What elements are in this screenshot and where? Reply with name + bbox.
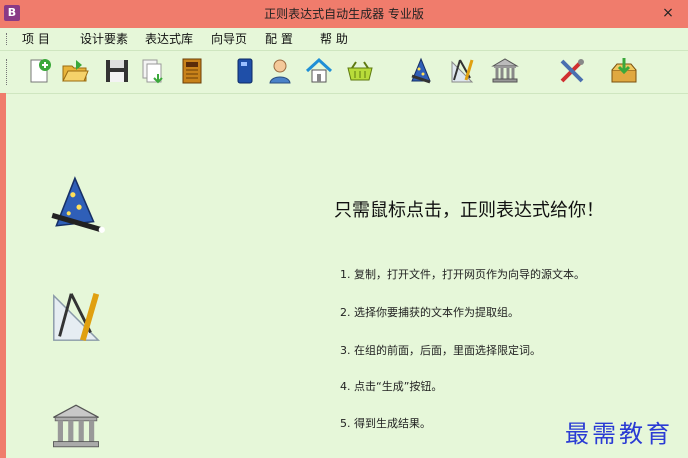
tools-button[interactable] — [557, 56, 587, 86]
toolbar-grip[interactable] — [6, 59, 10, 85]
save-icon — [106, 60, 128, 82]
menu-wizard-page[interactable]: 向导页 — [211, 28, 247, 50]
library-button[interactable] — [490, 56, 520, 86]
menu-expression-library[interactable]: 表达式库 — [145, 28, 193, 50]
new-file-button[interactable] — [24, 56, 54, 86]
close-book-icon — [182, 58, 202, 84]
compass-ruler-icon — [451, 59, 474, 83]
menu-config[interactable]: 配 置 — [265, 28, 293, 50]
menu-bar: 项 目 设计要素 表达式库 向导页 配 置 帮 助 — [0, 28, 688, 51]
save-button[interactable] — [102, 56, 132, 86]
menu-help[interactable]: 帮 助 — [320, 28, 348, 50]
manual-book-icon — [237, 58, 253, 84]
wizard-icon — [411, 57, 431, 84]
headline: 只需鼠标点击，正则表达式给你！ — [334, 200, 604, 221]
compass-ruler-button[interactable] — [448, 56, 478, 86]
manual-button[interactable] — [230, 56, 260, 86]
compass-ruler-large-icon — [53, 292, 101, 342]
close-book-button[interactable] — [177, 56, 207, 86]
step-3: 3. 在组的前面，后面，里面选择限定词。 — [340, 344, 541, 357]
title-bar: B 正则表达式自动生成器 专业版 × — [0, 0, 688, 28]
window-title: 正则表达式自动生成器 专业版 — [264, 7, 424, 21]
basket-icon — [347, 61, 373, 81]
open-folder-icon — [62, 60, 89, 82]
tools-icon — [560, 59, 584, 83]
basket-button[interactable] — [345, 56, 375, 86]
new-file-icon — [30, 59, 51, 83]
user-icon — [269, 59, 291, 84]
toolbar — [0, 51, 688, 94]
step-2: 2. 选择你要捕获的文本作为提取组。 — [340, 306, 519, 319]
download-button[interactable] — [609, 56, 639, 86]
menu-design-elements[interactable]: 设计要素 — [80, 28, 128, 50]
wizard-button[interactable] — [406, 56, 436, 86]
home-icon — [305, 57, 333, 83]
step-4: 4. 点击“生成”按钮。 — [340, 380, 443, 393]
library-large-icon — [53, 404, 99, 448]
export-button[interactable] — [138, 56, 168, 86]
step-5: 5. 得到生成结果。 — [340, 417, 431, 430]
menu-grip[interactable] — [6, 33, 10, 45]
menu-project[interactable]: 项 目 — [22, 28, 50, 50]
open-button[interactable] — [60, 56, 90, 86]
download-icon — [611, 58, 637, 83]
close-button[interactable]: × — [658, 2, 678, 24]
watermark-text: 最需教育 — [565, 420, 673, 448]
wizard-hat-icon — [51, 176, 105, 233]
library-icon — [491, 58, 519, 83]
user-button[interactable] — [265, 56, 295, 86]
left-edge-bar — [0, 93, 6, 458]
export-icon — [142, 59, 163, 84]
step-1: 1. 复制，打开文件，打开网页作为向导的源文本。 — [340, 268, 585, 281]
home-button[interactable] — [304, 56, 334, 86]
